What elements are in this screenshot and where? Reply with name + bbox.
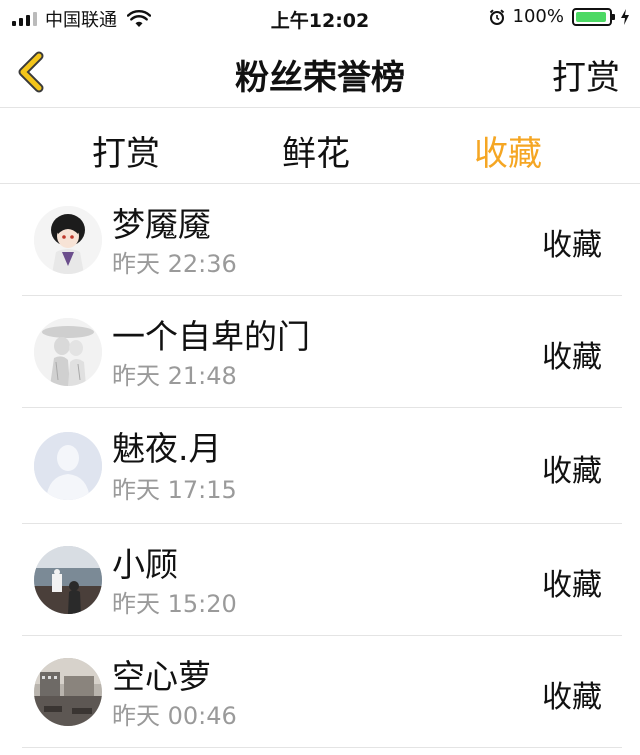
timestamp: 昨天 15:20 <box>112 590 237 618</box>
battery-percent: 100% <box>512 6 564 27</box>
tab-tip[interactable]: 打赏 <box>92 126 160 175</box>
avatar[interactable] <box>34 658 102 726</box>
username: 一个自卑的门 <box>112 317 310 356</box>
favorite-label: 收藏 <box>542 454 602 489</box>
tab-flowers[interactable]: 鲜花 <box>282 126 350 175</box>
username: 梦魇魇 <box>112 205 211 244</box>
list-item: 梦魇魇 昨天 22:36 收藏 <box>0 184 640 296</box>
sketch-couple-avatar-icon <box>34 318 102 386</box>
list-item: 空心萝 昨天 00:46 收藏 <box>0 636 640 748</box>
list-item: 一个自卑的门 昨天 21:48 收藏 <box>0 296 640 408</box>
timestamp: 昨天 17:15 <box>112 476 237 504</box>
avatar[interactable] <box>34 318 102 386</box>
list-item: 魅夜.月 昨天 17:15 收藏 <box>0 408 640 524</box>
tab-bar: 打赏 鲜花 收藏 <box>0 108 640 184</box>
status-right: 100% <box>489 6 630 27</box>
username: 魅夜.月 <box>112 429 222 468</box>
tab-favorites[interactable]: 收藏 <box>474 126 542 175</box>
sea-photo-avatar-icon <box>34 546 102 614</box>
avatar[interactable] <box>34 546 102 614</box>
charging-icon <box>621 8 629 25</box>
timestamp: 昨天 22:36 <box>112 250 237 278</box>
timestamp: 昨天 00:46 <box>112 702 237 730</box>
anime-boy-avatar-icon <box>34 206 102 274</box>
city-photo-avatar-icon <box>34 658 102 726</box>
tip-button[interactable]: 打赏 <box>552 50 620 99</box>
default-person-avatar-icon <box>34 432 102 500</box>
avatar[interactable] <box>34 206 102 274</box>
username: 小顾 <box>112 545 178 584</box>
username: 空心萝 <box>112 657 211 696</box>
page-title: 粉丝荣誉榜 <box>235 58 405 98</box>
battery-icon <box>572 7 615 26</box>
status-bar: 中国联通 上午12:02 100% <box>0 0 640 36</box>
favorite-label: 收藏 <box>542 568 602 603</box>
favorite-label: 收藏 <box>542 680 602 715</box>
avatar[interactable] <box>34 432 102 500</box>
favorite-label: 收藏 <box>542 340 602 375</box>
timestamp: 昨天 21:48 <box>112 362 237 390</box>
alarm-icon <box>489 8 504 25</box>
list-item: 小顾 昨天 15:20 收藏 <box>0 524 640 636</box>
nav-bar: 粉丝荣誉榜 打赏 <box>0 36 640 108</box>
divider <box>22 747 622 748</box>
favorite-label: 收藏 <box>542 228 602 263</box>
